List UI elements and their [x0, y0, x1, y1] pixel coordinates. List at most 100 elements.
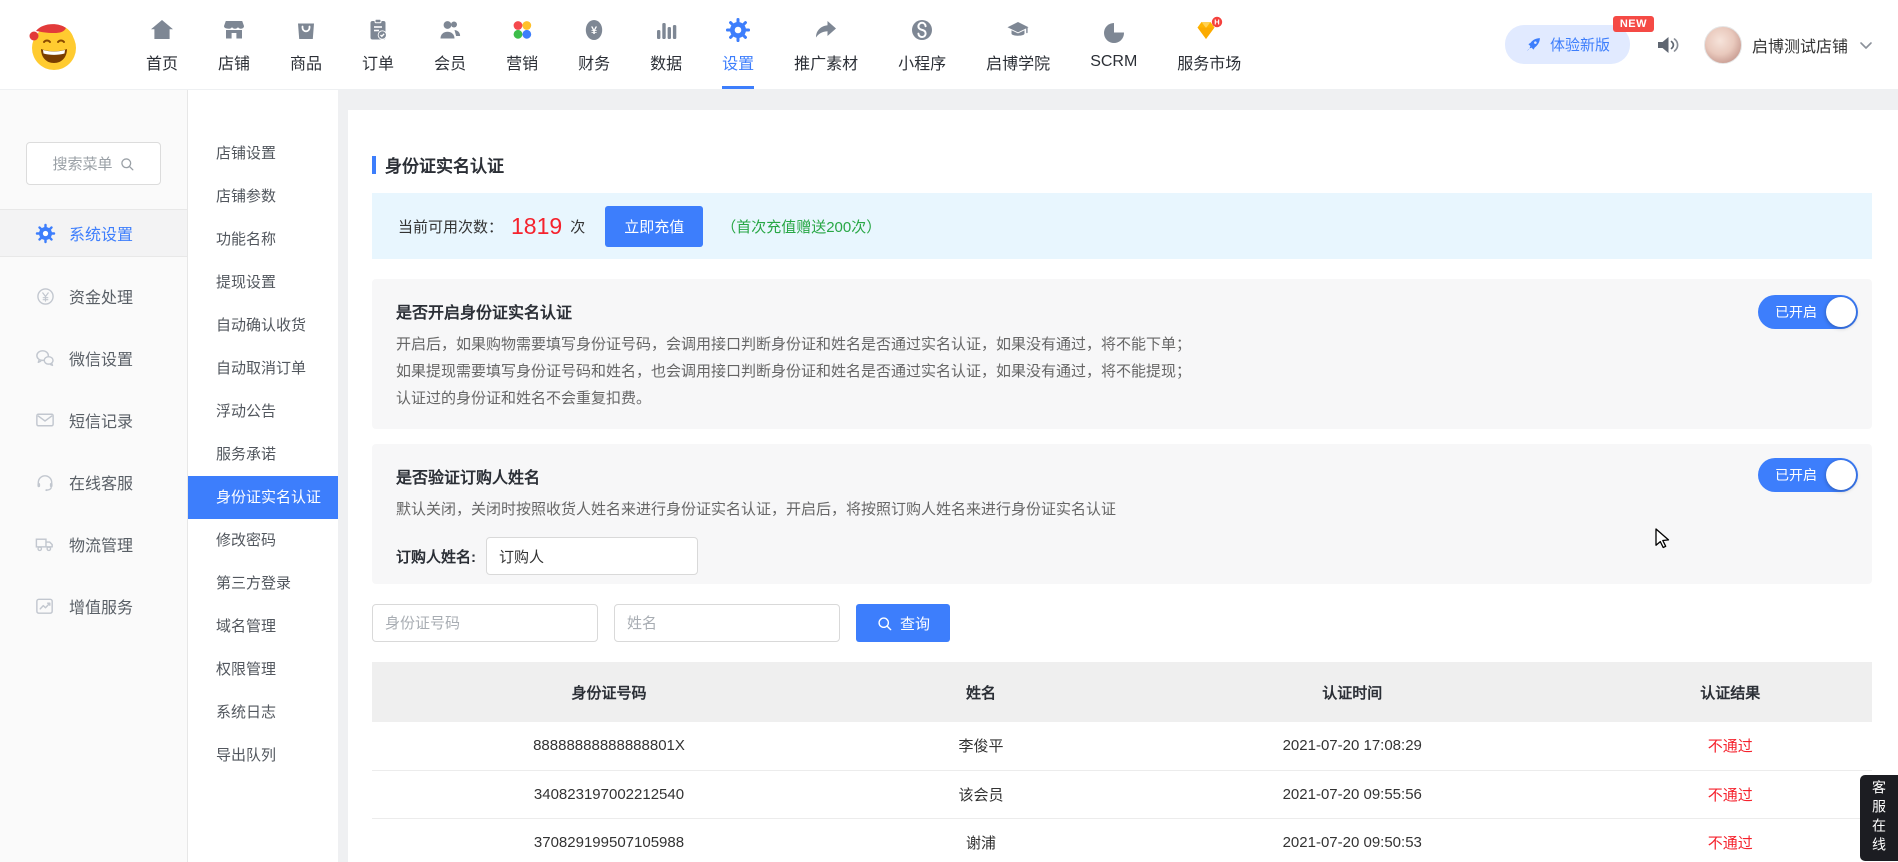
sidebar-primary: 搜索菜单 系统设置 资金处理 微信设置	[0, 90, 188, 862]
chevron-down-icon	[1858, 37, 1874, 53]
nav-item-promo-materials[interactable]: 推广素材	[774, 0, 878, 89]
data-bars-icon	[653, 16, 679, 43]
nav-item-service-market[interactable]: H 服务市场	[1157, 0, 1261, 89]
service-market-gem-icon: H	[1194, 16, 1224, 43]
nav-item-mini-program[interactable]: 小程序	[878, 0, 966, 89]
submenu-item-feature-names[interactable]: 功能名称	[188, 218, 338, 261]
shop-name: 启博测试店铺	[1752, 33, 1848, 57]
submenu-item-service-promise[interactable]: 服务承诺	[188, 433, 338, 476]
nav-right-cluster: 体验新版 NEW 启博测试店铺	[1505, 25, 1874, 64]
verify-name-toggle[interactable]: 已开启	[1758, 458, 1858, 492]
account-menu[interactable]: 启博测试店铺	[1704, 26, 1874, 64]
record-search-row: 查询	[372, 604, 1872, 642]
svg-text:H: H	[1215, 17, 1220, 26]
speaker-icon[interactable]	[1654, 32, 1680, 58]
submenu-item-shop-params[interactable]: 店铺参数	[188, 175, 338, 218]
col-verify-time: 认证时间	[1116, 662, 1589, 722]
submenu-item-change-password[interactable]: 修改密码	[188, 519, 338, 562]
sidebar-item-wechat-settings[interactable]: 微信设置	[0, 327, 187, 389]
submenu-item-withdrawal-settings[interactable]: 提现设置	[188, 261, 338, 304]
shop-icon	[221, 16, 247, 43]
search-icon	[876, 615, 893, 632]
menu-search-placeholder: 搜索菜单	[52, 153, 112, 174]
customer-service-float-button[interactable]: 客服在线	[1860, 775, 1898, 861]
nav-item-academy[interactable]: 启博学院	[966, 0, 1070, 89]
promo-share-icon	[813, 16, 839, 43]
bonus-note: （首次充值赠送200次）	[721, 216, 881, 237]
col-name: 姓名	[846, 662, 1116, 722]
nav-item-data[interactable]: 数据	[630, 0, 702, 89]
toggle-knob	[1826, 297, 1856, 327]
submenu-item-system-logs[interactable]: 系统日志	[188, 691, 338, 734]
scrm-pie-icon	[1101, 19, 1127, 46]
submenu-item-auto-confirm-receipt[interactable]: 自动确认收货	[188, 304, 338, 347]
yen-circle-icon	[34, 286, 56, 307]
main-panel: 身份证实名认证 当前可用次数： 1819 次 立即充值 （首次充值赠送200次）…	[348, 110, 1898, 862]
submenu-item-domain-management[interactable]: 域名管理	[188, 605, 338, 648]
app-logo-icon	[24, 16, 82, 74]
nav-item-goods[interactable]: 商品	[270, 0, 342, 89]
section-verify-purchaser-name: 是否验证订购人姓名 默认关闭，关闭时按照收货人姓名来进行身份证实名认证，开启后，…	[372, 444, 1872, 584]
growth-chart-icon	[34, 595, 56, 617]
top-navigation: 首页 店铺 商品 订单 会员	[0, 0, 1898, 90]
name-input[interactable]	[614, 604, 840, 642]
settings-gear-icon	[725, 16, 751, 43]
wechat-icon	[34, 347, 56, 369]
section-enable-verification: 是否开启身份证实名认证 开启后，如果购物需要填写身份证号码，会调用接口判断身份证…	[372, 279, 1872, 429]
mail-icon	[34, 409, 56, 431]
sidebar-secondary: 店铺设置 店铺参数 功能名称 提现设置 自动确认收货 自动取消订单 浮动公告 服…	[188, 90, 338, 862]
sidebar-item-logistics[interactable]: 物流管理	[0, 513, 187, 575]
id-number-input[interactable]	[372, 604, 598, 642]
quota-banner: 当前可用次数： 1819 次 立即充值 （首次充值赠送200次）	[372, 193, 1872, 259]
nav-item-orders[interactable]: 订单	[342, 0, 414, 89]
page-title: 身份证实名认证	[372, 152, 1872, 177]
submenu-item-auto-cancel-order[interactable]: 自动取消订单	[188, 347, 338, 390]
headset-icon	[34, 471, 56, 493]
result-badge: 不通过	[1589, 722, 1873, 770]
search-icon	[119, 156, 135, 172]
try-new-version-button[interactable]: 体验新版 NEW	[1505, 25, 1630, 64]
nav-item-home[interactable]: 首页	[126, 0, 198, 89]
nav-item-members[interactable]: 会员	[414, 0, 486, 89]
nav-item-scrm[interactable]: SCRM	[1070, 0, 1157, 89]
new-badge: NEW	[1613, 16, 1654, 32]
title-accent-bar	[372, 156, 376, 174]
submenu-item-shop-settings[interactable]: 店铺设置	[188, 132, 338, 175]
sidebar-item-funds-processing[interactable]: 资金处理	[0, 265, 187, 327]
sidebar-item-sms-records[interactable]: 短信记录	[0, 389, 187, 451]
section-title: 是否开启身份证实名认证	[396, 299, 1848, 323]
svg-text:¥: ¥	[591, 25, 598, 37]
primary-nav: 首页 店铺 商品 订单 会员	[126, 0, 1261, 89]
nav-item-marketing[interactable]: 营销	[486, 0, 558, 89]
submenu-item-permission-management[interactable]: 权限管理	[188, 648, 338, 691]
query-button[interactable]: 查询	[856, 604, 950, 642]
sidebar-item-system-settings[interactable]: 系统设置	[0, 209, 187, 257]
gear-icon	[34, 223, 56, 244]
order-clipboard-icon	[365, 16, 391, 43]
marketing-clover-icon	[509, 16, 535, 43]
home-icon	[149, 16, 175, 43]
quota-label: 当前可用次数：	[398, 216, 503, 237]
result-badge: 不通过	[1589, 818, 1873, 862]
menu-search-input[interactable]: 搜索菜单	[26, 142, 161, 185]
sidebar-item-value-added-services[interactable]: 增值服务	[0, 575, 187, 637]
finance-yen-icon: ¥	[581, 16, 607, 43]
submenu-item-export-queue[interactable]: 导出队列	[188, 734, 338, 777]
mini-program-icon	[909, 16, 935, 43]
recharge-button[interactable]: 立即充值	[605, 206, 703, 247]
nav-item-finance[interactable]: ¥ 财务	[558, 0, 630, 89]
truck-icon	[34, 533, 56, 555]
col-id-number: 身份证号码	[372, 662, 846, 722]
rocket-icon	[1525, 36, 1542, 53]
sidebar-item-online-service[interactable]: 在线客服	[0, 451, 187, 513]
verification-records-table: 身份证号码 姓名 认证时间 认证结果 88888888888888801X 李俊…	[372, 662, 1872, 862]
submenu-item-third-party-login[interactable]: 第三方登录	[188, 562, 338, 605]
purchaser-name-input[interactable]	[486, 537, 698, 575]
nav-item-settings[interactable]: 设置	[702, 0, 774, 89]
table-row: 370829199507105988 谢浦 2021-07-20 09:50:5…	[372, 818, 1872, 862]
enable-verification-toggle[interactable]: 已开启	[1758, 295, 1858, 329]
purchaser-name-label: 订购人姓名:	[396, 546, 476, 567]
nav-item-shop[interactable]: 店铺	[198, 0, 270, 89]
submenu-item-floating-notice[interactable]: 浮动公告	[188, 390, 338, 433]
submenu-item-id-verification[interactable]: 身份证实名认证	[188, 476, 338, 519]
